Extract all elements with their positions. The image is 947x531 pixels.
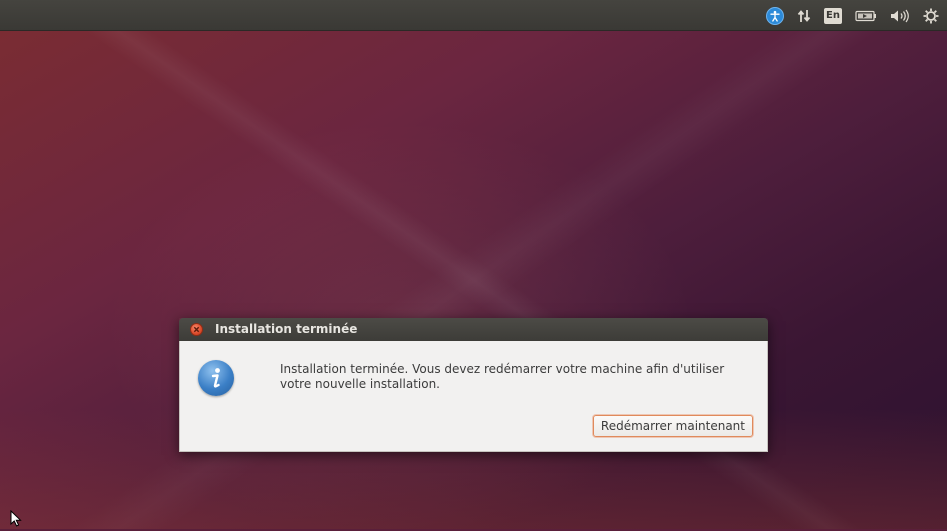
battery-icon[interactable]: [855, 10, 877, 22]
installation-complete-dialog: Installation terminée Installation termi…: [179, 318, 768, 452]
dialog-title: Installation terminée: [215, 322, 358, 336]
dialog-body: Installation terminée. Vous devez redéma…: [179, 341, 768, 452]
volume-icon[interactable]: [890, 9, 910, 23]
mouse-pointer-icon: [10, 509, 24, 527]
restart-now-button[interactable]: Redémarrer maintenant: [592, 415, 753, 437]
dialog-message: Installation terminée. Vous devez redéma…: [280, 362, 725, 391]
close-button[interactable]: [190, 323, 203, 336]
info-icon: [198, 360, 234, 396]
top-panel: En: [0, 0, 947, 31]
accessibility-icon[interactable]: [766, 6, 784, 25]
network-icon[interactable]: [797, 9, 811, 23]
settings-gear-icon[interactable]: [923, 8, 939, 24]
desktop-wallpaper: [0, 31, 947, 529]
keyboard-layout-indicator[interactable]: En: [824, 7, 842, 24]
indicator-tray: En: [753, 0, 939, 31]
dialog-titlebar: Installation terminée: [179, 318, 768, 341]
